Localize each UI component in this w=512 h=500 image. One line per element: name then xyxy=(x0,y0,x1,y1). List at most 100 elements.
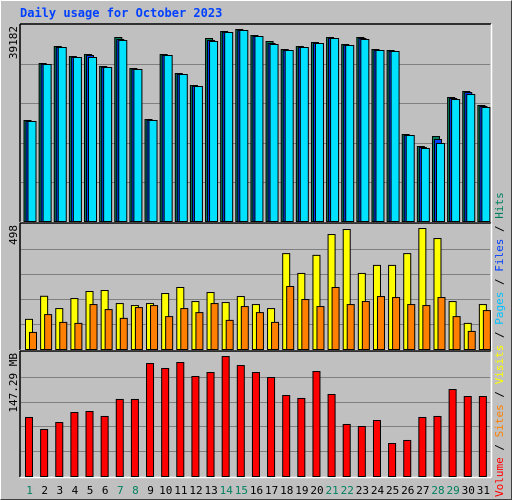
day-label: 8 xyxy=(132,484,139,497)
day-label: 23 xyxy=(356,484,369,497)
day-label: 22 xyxy=(341,484,354,497)
pages-bar xyxy=(390,51,400,222)
sites-bar xyxy=(422,305,431,351)
pages-bar xyxy=(405,135,415,222)
pages-bar xyxy=(224,31,234,222)
sites-bar xyxy=(59,321,68,351)
volume-bar xyxy=(342,423,351,477)
day-label: 16 xyxy=(250,484,263,497)
volume-bar xyxy=(478,396,487,477)
pages-bar xyxy=(193,86,203,223)
pages-bar xyxy=(103,66,113,222)
sites-bar xyxy=(271,321,280,351)
volume-bar xyxy=(40,429,49,477)
day-label: 9 xyxy=(147,484,154,497)
sites-bar xyxy=(225,319,234,351)
pages-bar xyxy=(284,50,294,222)
pages-bar xyxy=(27,120,37,222)
volume-bar xyxy=(85,411,94,478)
volume-bar xyxy=(282,395,291,477)
pages-bar xyxy=(269,43,279,223)
day-labels: 1 2 3 4 5 6 7 8 9 10 11 12 13 14 15 16 17 18 19 20 21 22 23 24 2… xyxy=(26,484,490,497)
day-label: 30 xyxy=(462,484,475,497)
pages-bar xyxy=(88,56,98,222)
legend-item-visits: Visits xyxy=(493,345,506,385)
legend-separator: / xyxy=(493,219,506,239)
sites-bar xyxy=(150,305,159,351)
pages-bar xyxy=(163,55,173,222)
pages-bar xyxy=(133,69,143,223)
day-label: 29 xyxy=(447,484,460,497)
sites-bar xyxy=(467,330,476,350)
volume-bar xyxy=(433,415,442,478)
pages-bar xyxy=(42,64,52,222)
day-label: 13 xyxy=(204,484,217,497)
pages-bar xyxy=(72,56,82,222)
sites-bar xyxy=(165,316,174,350)
volume-bar xyxy=(236,365,245,478)
sites-bar xyxy=(407,304,416,350)
day-label: 27 xyxy=(416,484,429,497)
day-label: 31 xyxy=(477,484,490,497)
pages-bar xyxy=(299,47,309,222)
volume-bar xyxy=(327,394,336,477)
sites-bar xyxy=(119,317,128,350)
pages-bar xyxy=(178,74,188,222)
volume-bar xyxy=(100,415,109,478)
day-label: 20 xyxy=(310,484,323,497)
sites-bar xyxy=(29,331,37,351)
volume-y-max-label: 147.29 MB xyxy=(7,353,20,413)
sites-bar xyxy=(452,316,461,350)
pages-bar xyxy=(451,99,461,222)
pages-bar xyxy=(118,40,128,222)
volume-bar xyxy=(25,416,33,478)
sites-bar xyxy=(346,304,355,350)
pages-bar xyxy=(345,44,355,223)
day-label: 5 xyxy=(87,484,94,497)
volume-bar xyxy=(251,372,260,477)
pages-bar xyxy=(314,42,324,223)
volume-bar xyxy=(388,442,397,478)
day-label: 7 xyxy=(117,484,124,497)
volume-panel: 147.29 MB xyxy=(7,350,493,479)
day-label: 4 xyxy=(72,484,79,497)
day-label: 24 xyxy=(371,484,385,497)
day-label: 18 xyxy=(280,484,293,497)
volume-bar xyxy=(312,371,321,478)
volume-bar xyxy=(403,439,412,477)
volume-bar xyxy=(130,398,139,477)
volume-bar xyxy=(267,376,276,477)
day-label: 6 xyxy=(102,484,109,497)
day-label: 1 xyxy=(26,484,33,497)
visits-y-max-label: 498 xyxy=(7,225,20,245)
day-label: 12 xyxy=(189,484,202,497)
pages-bar xyxy=(466,94,476,222)
sites-bar xyxy=(316,306,325,350)
sites-bar xyxy=(286,285,295,350)
legend-separator: / xyxy=(493,325,506,345)
usage-chart: 39182 498 147.29 MB 1 2 3 4 5 6 7 8 9 10 11 12 13 14 1… xyxy=(7,23,506,497)
pages-bar xyxy=(375,50,385,222)
sites-bar xyxy=(74,322,83,350)
sites-bar xyxy=(89,304,98,350)
volume-bar xyxy=(176,362,185,478)
sites-bar xyxy=(104,309,113,350)
sites-bar xyxy=(180,308,189,350)
sites-bar xyxy=(392,297,401,351)
day-label: 26 xyxy=(401,484,414,497)
visits-sites-panel: 498 xyxy=(7,222,493,352)
pages-bar xyxy=(239,29,249,222)
sites-bar xyxy=(361,301,370,350)
volume-bar xyxy=(297,397,306,477)
legend-item-volume: Volume xyxy=(493,457,506,497)
day-label: 15 xyxy=(235,484,248,497)
volume-bar xyxy=(221,356,230,478)
sites-bar xyxy=(255,312,264,351)
day-label: 10 xyxy=(159,484,172,497)
pages-bar xyxy=(330,38,340,222)
sites-bar xyxy=(134,307,143,351)
day-label: 2 xyxy=(41,484,48,497)
volume-bar xyxy=(70,412,79,478)
sites-bar xyxy=(437,297,446,351)
day-label: 17 xyxy=(265,484,278,497)
